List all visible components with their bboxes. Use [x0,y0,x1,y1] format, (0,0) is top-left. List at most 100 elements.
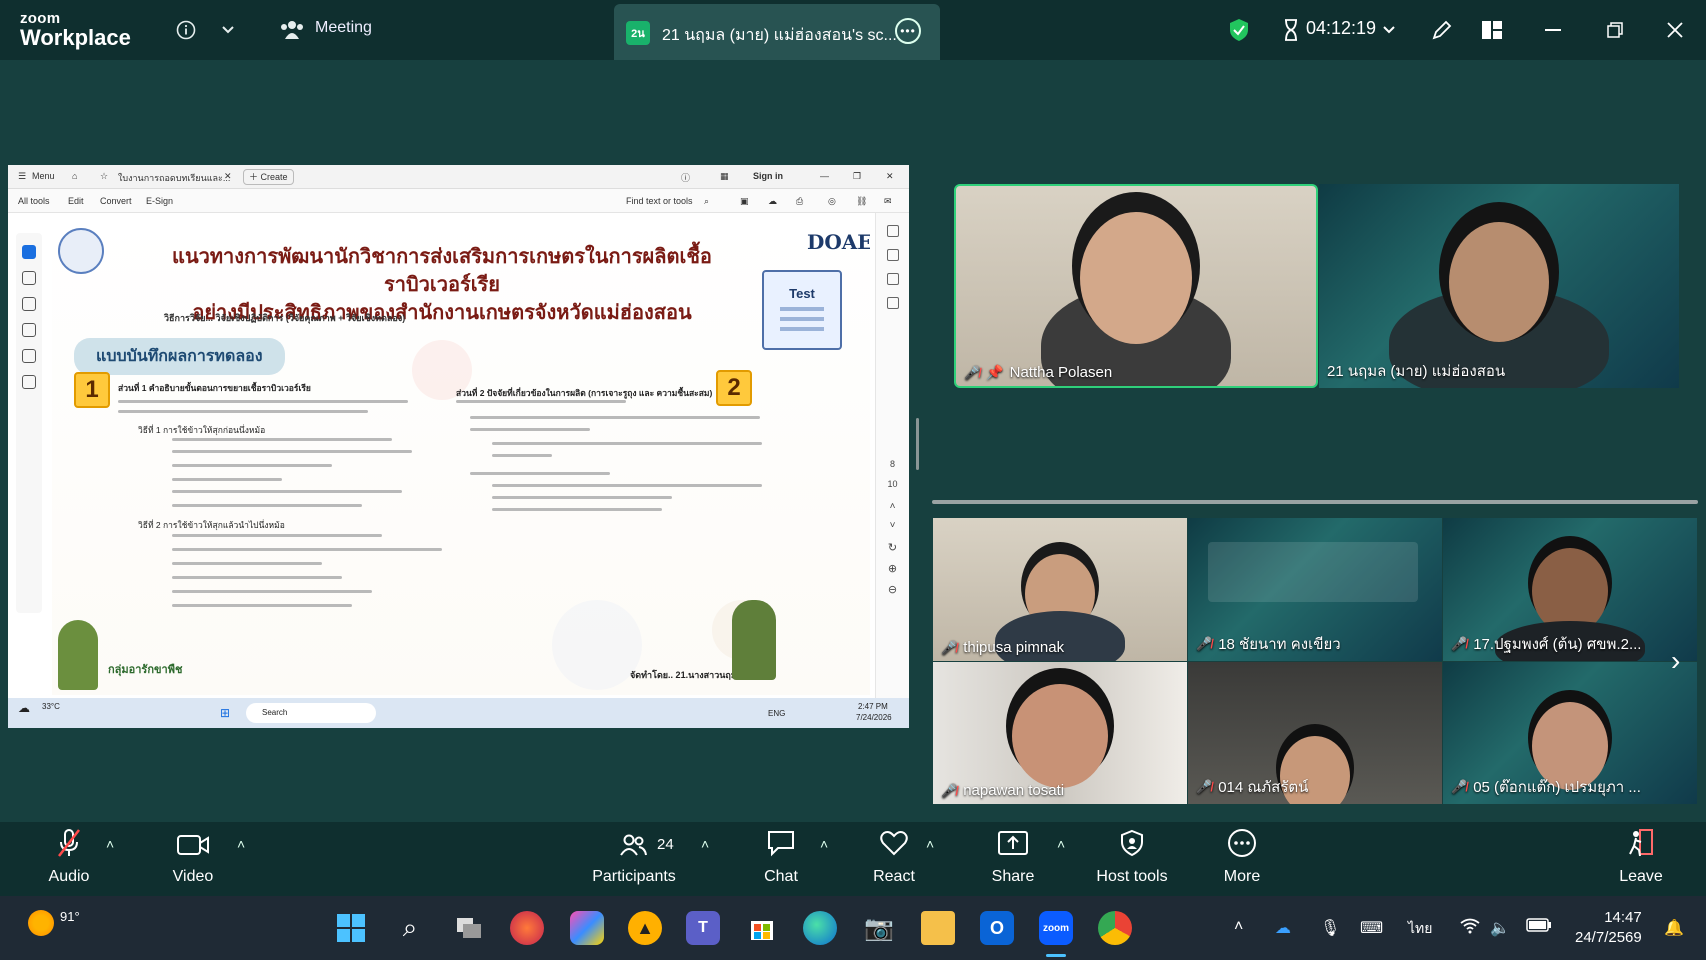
tab-close-icon[interactable]: ✕ [224,171,232,182]
text-tool-icon[interactable] [22,349,36,363]
link-icon[interactable]: ⛓ [856,196,867,207]
draw-tool-icon[interactable] [22,323,36,337]
timer-chevron-icon[interactable] [1380,16,1398,44]
star-icon[interactable]: ☆ [100,171,108,182]
volume-icon[interactable]: 🔈 [1490,918,1510,938]
document-tab[interactable]: ใบงานการถอดบทเรียนและ... [118,171,230,185]
tool-esign[interactable]: E-Sign [146,196,173,206]
save-icon[interactable]: ▣ [740,196,749,207]
sign-in-button[interactable]: Sign in [753,171,783,181]
zoom-out-icon[interactable]: ⊖ [876,583,909,596]
pages-panel-icon[interactable] [886,273,899,285]
page-up-icon[interactable]: ˄ [876,501,909,512]
close-icon[interactable] [1664,16,1686,44]
audio-button[interactable]: Audio [14,822,124,896]
more-button[interactable]: More [1187,822,1297,896]
tool-all-tools[interactable]: All tools [18,196,50,206]
restore-icon[interactable] [1604,16,1626,44]
edge-icon[interactable] [803,911,837,945]
keyboard-icon[interactable]: ⌨ [1360,918,1383,938]
video-tile-gallery-4[interactable]: 🎤̸ napawan tosati [933,662,1187,804]
video-options-caret-icon[interactable]: ˄ [237,836,245,852]
react-button[interactable]: React [839,822,949,896]
firefox-icon[interactable] [510,911,544,945]
meeting-timer[interactable]: 04:12:19 [1306,18,1376,39]
notification-bell-icon[interactable]: 🔔 [1664,918,1684,938]
camera-icon[interactable]: 📷 [862,911,896,945]
audio-options-caret-icon[interactable]: ˄ [106,836,114,852]
outlook-icon[interactable]: O [980,911,1014,945]
video-tile-gallery-3[interactable]: 🎤̸ 17.ปฐมพงศ์ (ต้น) ศขพ.2... [1443,518,1697,661]
vlc-like-app-icon[interactable]: ▲ [628,911,662,945]
windows-start-icon[interactable] [334,911,368,945]
chevron-down-icon[interactable] [218,16,238,44]
onedrive-cloud-icon[interactable]: ☁ [1275,918,1291,938]
bookmark-panel-icon[interactable] [886,249,899,261]
microsoft-store-icon[interactable] [745,911,779,945]
video-tile-gallery-1[interactable]: 🎤̸ thipusa pimnak [933,518,1187,661]
share-button[interactable]: Share [958,822,1068,896]
zoom-app-icon[interactable]: zoom [1039,911,1073,945]
tool-convert[interactable]: Convert [100,196,132,206]
video-tile-gallery-6[interactable]: 🎤̸ 05 (ต๊อกแต๊ก) เปรมยุภา ... [1443,662,1697,804]
select-tool-icon[interactable] [22,245,36,259]
input-language-indicator[interactable]: ไทย [1408,918,1432,940]
window-minimize-icon[interactable]: — [820,171,829,181]
create-button[interactable]: ＋ Create [243,169,294,185]
zoom-in-icon[interactable]: ⊕ [876,562,909,575]
meeting-info-icon[interactable] [174,16,198,44]
attachments-panel-icon[interactable] [886,297,899,309]
search-icon[interactable]: ⌕ [704,196,709,207]
sign-tool-icon[interactable] [22,375,36,389]
gallery-next-page-icon[interactable]: › [1671,645,1680,677]
home-icon[interactable]: ⌂ [72,171,77,181]
upload-icon[interactable]: ☁ [768,196,777,207]
mail-icon[interactable]: ✉ [884,196,892,207]
video-tile-gallery-5[interactable]: 🎤̸ 014 ณภัสรัตน์ [1188,662,1442,804]
highlight-tool-icon[interactable] [22,297,36,311]
tool-edit[interactable]: Edit [68,196,84,206]
show-hidden-icons-chevron-icon[interactable]: ˄ [1234,918,1243,936]
react-options-caret-icon[interactable]: ˄ [926,836,934,852]
window-close-icon[interactable]: ✕ [886,171,894,182]
encryption-shield-icon[interactable] [1226,16,1252,44]
refresh-icon[interactable]: ↻ [876,541,909,554]
battery-icon[interactable] [1526,918,1552,937]
participants-options-caret-icon[interactable]: ˄ [701,836,709,852]
split-view-handle[interactable] [916,418,919,470]
annotate-icon[interactable] [1428,16,1456,44]
print-icon[interactable]: ⎙ [796,196,803,207]
comments-panel-icon[interactable] [886,225,899,237]
menu-button[interactable]: Menu [32,171,55,181]
remote-search-box[interactable]: Search [246,703,376,723]
task-view-icon[interactable] [452,911,486,945]
taskbar-search-icon[interactable]: ⌕ [393,911,427,945]
leave-button[interactable]: Leave [1586,822,1696,896]
share-options-caret-icon[interactable]: ˄ [1057,836,1065,852]
window-restore-icon[interactable]: ❐ [853,171,861,182]
apps-grid-icon[interactable]: ▦ [720,171,729,182]
video-tile-spotlight-2[interactable]: 21 นฤมล (มาย) แม่ฮ่องสอน [1319,184,1679,388]
gallery-divider[interactable] [932,500,1698,504]
page-down-icon[interactable]: ˅ [876,520,909,531]
copilot-icon[interactable] [570,911,604,945]
file-explorer-icon[interactable] [921,911,955,945]
video-button[interactable]: Video [138,822,248,896]
comment-tool-icon[interactable] [22,271,36,285]
microphone-icon[interactable]: 🎙 [1320,918,1340,938]
participants-button[interactable]: Participants [579,822,689,896]
meeting-label[interactable]: Meeting [315,19,372,37]
chrome-icon[interactable] [1098,911,1132,945]
screen-share-tab[interactable]: 2น 21 นฤมล (มาย) แม่ฮ่องสอน's sc... ••• [614,4,940,60]
host-tools-button[interactable]: Host tools [1077,822,1187,896]
wifi-icon[interactable] [1460,918,1480,939]
help-icon[interactable]: ⓘ [681,171,690,184]
teams-icon[interactable]: T [686,911,720,945]
menu-icon[interactable]: ☰ [18,171,26,182]
chat-button[interactable]: Chat [726,822,836,896]
chat-options-caret-icon[interactable]: ˄ [820,836,828,852]
video-tile-spotlight-1[interactable]: 🎤̸ 📌 Nattha Polasen [954,184,1318,388]
view-layout-icon[interactable] [1478,16,1506,44]
weather-widget[interactable]: 91° [28,909,80,936]
find-tools-input[interactable]: Find text or tools [626,196,693,206]
